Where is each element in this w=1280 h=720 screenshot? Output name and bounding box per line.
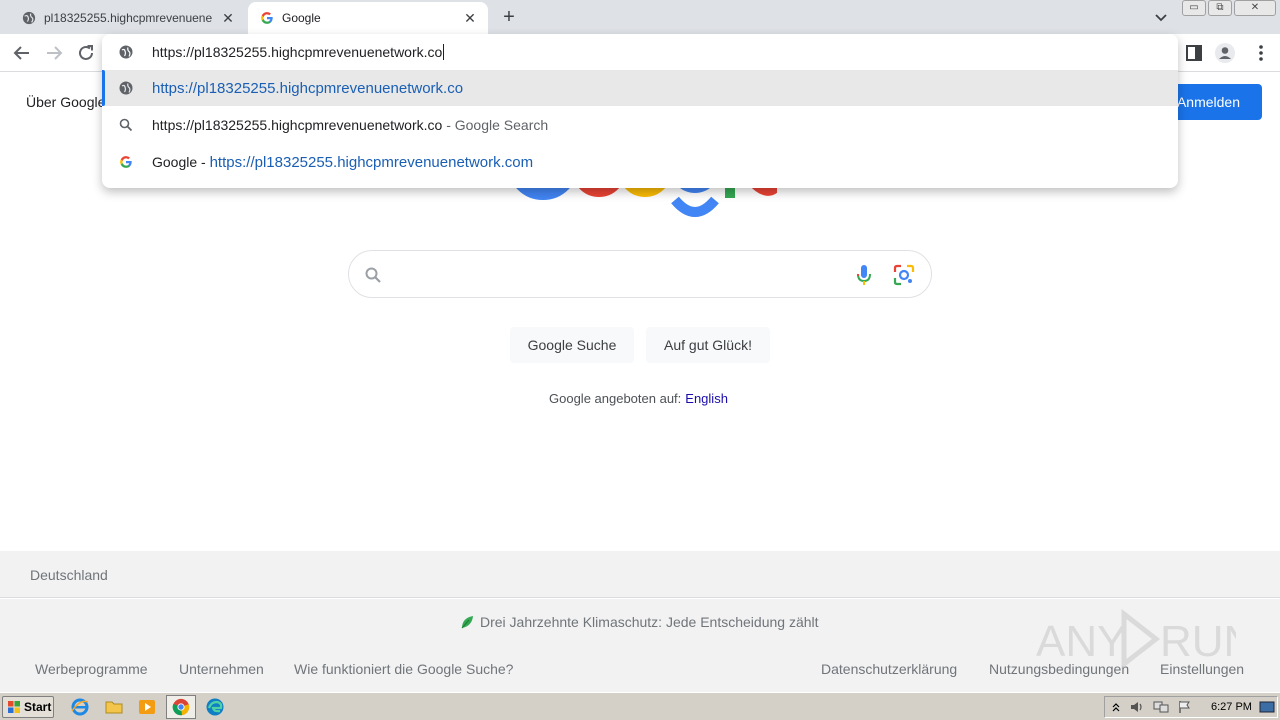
close-tab-icon[interactable]: ✕ bbox=[462, 10, 478, 26]
tab-google[interactable]: Google ✕ bbox=[248, 2, 488, 34]
close-tab-icon[interactable]: ✕ bbox=[220, 10, 236, 26]
tab-strip: pl18325255.highcpmrevenuenetwork.co ✕ Go… bbox=[0, 0, 1280, 34]
media-player-icon[interactable] bbox=[137, 697, 157, 717]
taskbar-chrome-active[interactable] bbox=[166, 695, 196, 719]
footer-country-bar: Deutschland bbox=[0, 551, 1280, 598]
windows-logo-icon bbox=[8, 701, 20, 713]
suggestion-text: https://pl18325255.highcpmrevenuenetwork… bbox=[152, 80, 464, 97]
omnibox-dropdown: https://pl18325255.highcpmrevenuenetwork… bbox=[102, 34, 1178, 188]
footer-link-privacy[interactable]: Datenschutzerklärung bbox=[821, 661, 957, 677]
system-tray: 6:27 PM bbox=[1104, 696, 1278, 718]
address-bar[interactable]: https://pl18325255.highcpmrevenuenetwork… bbox=[102, 34, 1178, 70]
footer-country: Deutschland bbox=[30, 567, 108, 583]
forward-arrow-icon[interactable] bbox=[43, 42, 65, 64]
search-icon bbox=[119, 118, 133, 132]
footer-link-advertising[interactable]: Werbeprogramme bbox=[35, 661, 148, 677]
search-icon bbox=[365, 267, 381, 283]
tab-highcpm[interactable]: pl18325255.highcpmrevenuenetwork.co ✕ bbox=[8, 2, 246, 34]
close-window-button[interactable]: ✕ bbox=[1234, 0, 1276, 16]
tab-title: pl18325255.highcpmrevenuenetwork.co bbox=[44, 11, 212, 25]
about-google-link[interactable]: Über Google bbox=[26, 94, 105, 110]
google-g-icon bbox=[120, 156, 132, 168]
google-g-icon bbox=[261, 12, 273, 24]
suggestion-text: Google - https://pl18325255.highcpmreven… bbox=[152, 154, 534, 171]
volume-icon[interactable] bbox=[1129, 700, 1145, 714]
chrome-icon bbox=[172, 698, 190, 716]
offered-in-language: Google angeboten auf: English bbox=[549, 391, 728, 406]
window-controls: ▭ ⧉ ✕ bbox=[1182, 0, 1276, 18]
omnibox-suggestion-history[interactable]: Google - https://pl18325255.highcpmreven… bbox=[102, 144, 1178, 180]
reload-icon[interactable] bbox=[75, 42, 97, 64]
folder-icon[interactable] bbox=[104, 697, 124, 717]
language-link-english[interactable]: English bbox=[685, 391, 728, 406]
start-label: Start bbox=[24, 700, 52, 714]
globe-icon bbox=[119, 45, 133, 59]
offered-label: Google angeboten auf: bbox=[549, 391, 682, 406]
feeling-lucky-button[interactable]: Auf gut Glück! bbox=[646, 327, 770, 363]
tab-title: Google bbox=[282, 11, 321, 25]
footer-link-how-search-works[interactable]: Wie funktioniert die Google Suche? bbox=[294, 661, 513, 677]
back-arrow-icon[interactable] bbox=[11, 42, 33, 64]
omnibox-suggestion-url[interactable]: https://pl18325255.highcpmrevenuenetwork… bbox=[102, 70, 1178, 106]
show-desktop-icon[interactable] bbox=[1259, 700, 1275, 714]
windows-taskbar: Start 6:27 PM bbox=[0, 692, 1280, 720]
climate-text: Drei Jahrzehnte Klimaschutz: Jede Entsch… bbox=[480, 614, 819, 630]
svg-text:ANY: ANY bbox=[1036, 617, 1126, 666]
internet-explorer-icon[interactable] bbox=[70, 697, 90, 717]
chevron-up-icon[interactable] bbox=[1111, 701, 1121, 713]
profile-avatar-icon[interactable] bbox=[1214, 42, 1236, 64]
globe-icon bbox=[22, 11, 36, 25]
leaf-icon bbox=[461, 616, 473, 629]
restore-button[interactable]: ⧉ bbox=[1208, 0, 1232, 16]
svg-text:RUN: RUN bbox=[1160, 617, 1236, 666]
google-lens-icon[interactable] bbox=[893, 264, 915, 286]
climate-link[interactable]: Drei Jahrzehnte Klimaschutz: Jede Entsch… bbox=[460, 614, 819, 630]
menu-kebab-icon[interactable] bbox=[1250, 42, 1272, 64]
omnibox-suggestion-search[interactable]: https://pl18325255.highcpmrevenuenetwork… bbox=[102, 107, 1178, 143]
footer-link-business[interactable]: Unternehmen bbox=[179, 661, 264, 677]
action-center-flag-icon[interactable] bbox=[1177, 700, 1193, 714]
new-tab-button[interactable]: + bbox=[498, 7, 520, 29]
network-icon[interactable] bbox=[1153, 700, 1169, 714]
edge-icon[interactable] bbox=[205, 697, 225, 717]
google-search-box[interactable] bbox=[348, 250, 932, 298]
anyrun-watermark-logo: ANY RUN bbox=[1036, 608, 1236, 670]
clock[interactable]: 6:27 PM bbox=[1211, 701, 1252, 713]
side-panel-icon[interactable] bbox=[1183, 42, 1205, 64]
google-search-button[interactable]: Google Suche bbox=[510, 327, 634, 363]
chevron-down-icon[interactable] bbox=[1152, 8, 1170, 26]
minimize-button[interactable]: ▭ bbox=[1182, 0, 1206, 16]
suggestion-text: https://pl18325255.highcpmrevenuenetwork… bbox=[152, 117, 549, 133]
start-button[interactable]: Start bbox=[2, 696, 54, 718]
globe-icon bbox=[119, 81, 133, 95]
microphone-icon[interactable] bbox=[853, 263, 875, 287]
address-input[interactable]: https://pl18325255.highcpmrevenuenetwork… bbox=[152, 44, 445, 60]
